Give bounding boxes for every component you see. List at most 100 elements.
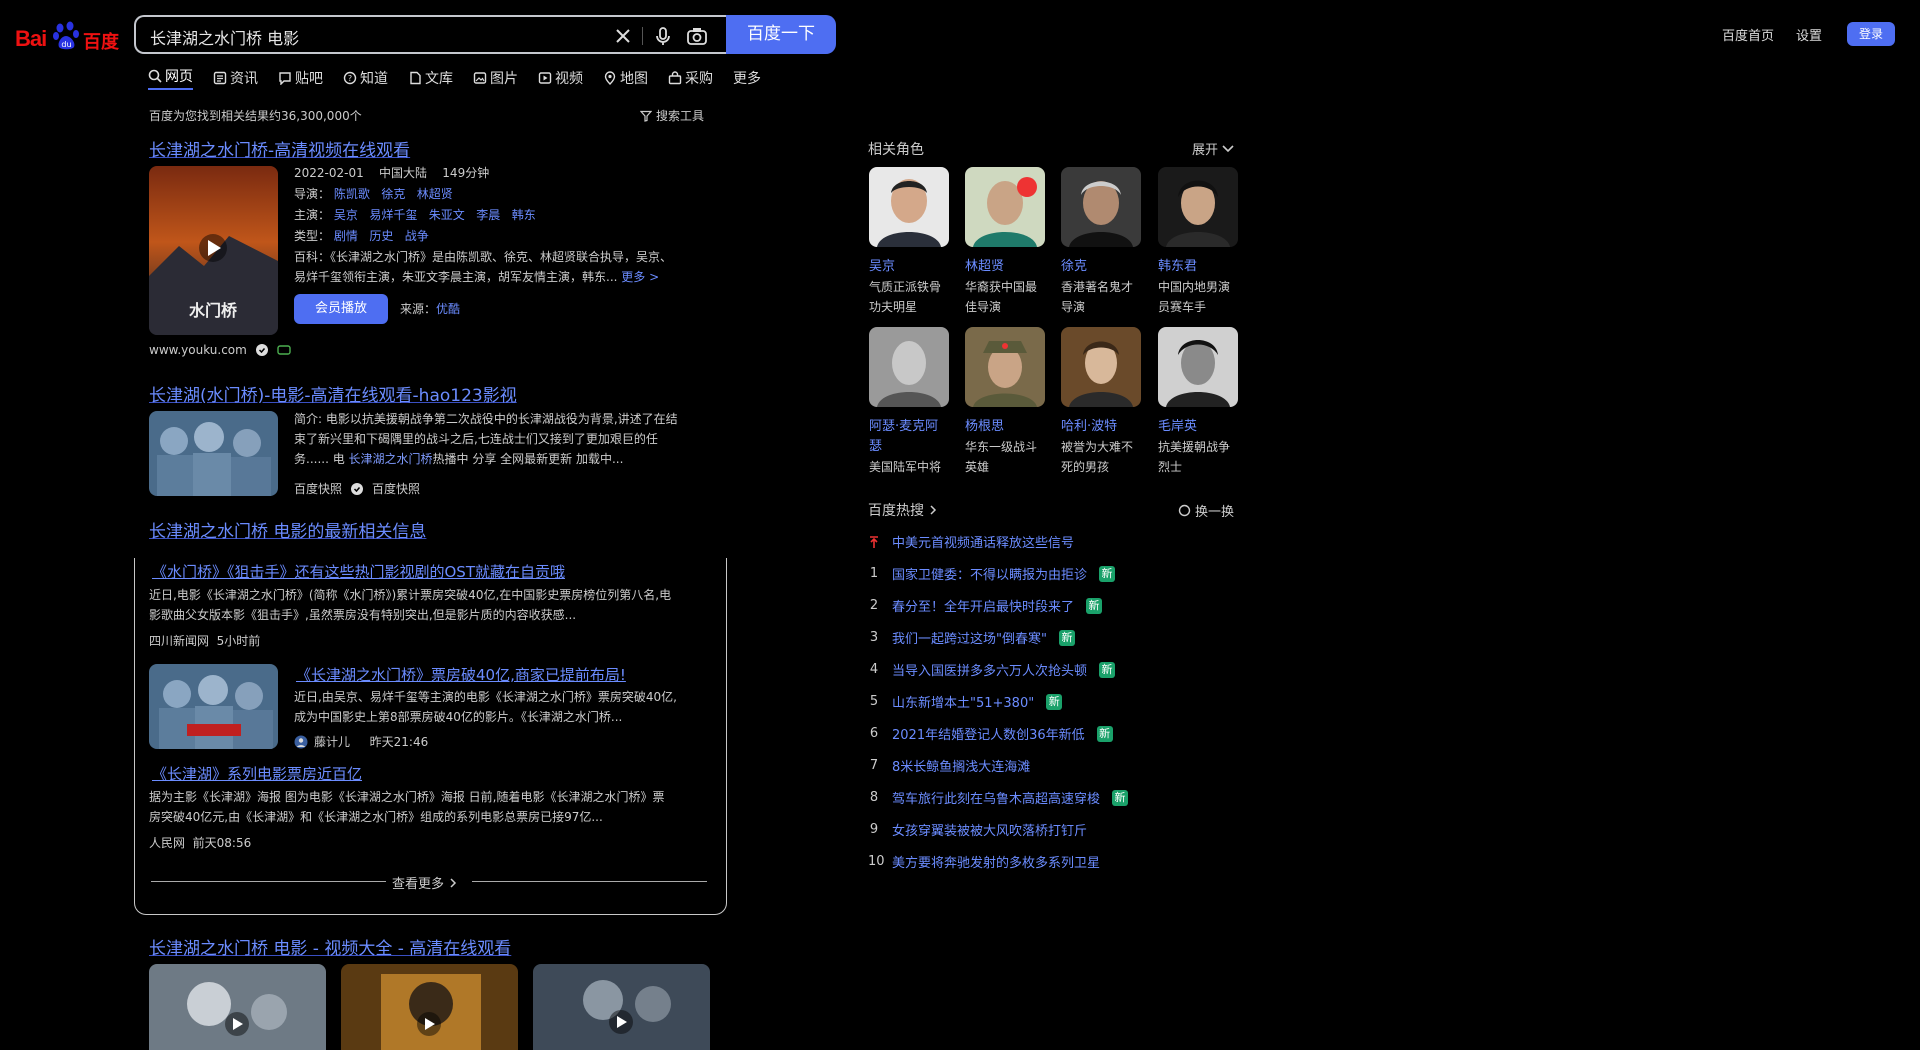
play-button[interactable]: 会员播放	[294, 294, 388, 324]
related-title: 相关角色	[868, 142, 924, 158]
result-source-2: 百度快照 百度快照	[294, 482, 421, 496]
person-card[interactable]: 徐克 香港著名鬼才 导演	[1061, 167, 1141, 317]
search-button[interactable]: 百度一下	[726, 15, 836, 54]
cast-link[interactable]: 吴京	[334, 208, 358, 222]
news-item-title[interactable]: 《长津湖之水门桥》票房破40亿,商家已提前布局!	[296, 664, 626, 685]
view-more-button[interactable]: 查看更多	[392, 873, 458, 892]
hot-item[interactable]: 1 国家卫健委：不得以瞒报为由拒诊 新	[868, 564, 1116, 583]
new-badge: 新	[1099, 565, 1116, 582]
camera-icon[interactable]	[686, 25, 708, 47]
cast-link[interactable]: 韩东	[512, 208, 536, 222]
clear-icon[interactable]	[612, 25, 634, 47]
microphone-icon[interactable]	[652, 25, 674, 47]
hot-item[interactable]: 10 美方要将奔驰发射的多枚多系列卫星	[868, 852, 1100, 871]
result-title-4[interactable]: 长津湖之水门桥 电影 - 视频大全 - 高清在线观看	[149, 934, 511, 959]
search-tabs: 网页 资讯 贴吧 ? 知道 文库 图片 视频 地图 采购 更多	[148, 66, 781, 90]
person-card[interactable]: 毛岸英 抗美援朝战争 烈士	[1158, 327, 1238, 477]
hot-item[interactable]: 9 女孩穿翼装被被大风吹落桥打钉斤	[868, 820, 1087, 839]
person-card[interactable]: 林超贤 华裔获中国最 佳导演	[965, 167, 1045, 317]
cast-link[interactable]: 朱亚文	[429, 208, 465, 222]
person-card[interactable]: 韩东君 中国内地男演 员赛车手	[1158, 167, 1238, 317]
person-card[interactable]: 哈利·波特 被誉为大难不 死的男孩	[1061, 327, 1141, 477]
video-thumbnail[interactable]	[149, 964, 326, 1050]
director-link[interactable]: 陈凯歌	[334, 187, 370, 201]
news-thumbnail[interactable]	[149, 664, 278, 749]
result-title-2[interactable]: 长津湖(水门桥)-电影-高清在线观看-hao123影视	[149, 381, 517, 406]
news-icon	[213, 71, 227, 85]
portrait-image	[965, 167, 1045, 247]
tab-wenku[interactable]: 文库	[408, 66, 453, 90]
tab-zhidao[interactable]: ? 知道	[343, 66, 388, 90]
doc-icon	[410, 71, 421, 85]
home-link[interactable]: 百度首页	[1722, 25, 1774, 44]
tab-shop[interactable]: 采购	[668, 66, 713, 90]
video-still-image	[149, 964, 326, 1050]
hot-item[interactable]: 8 驾车旅行此刻在乌鲁木高超高速穿梭 新	[868, 788, 1129, 807]
baidu-logo[interactable]: Bai du 百度	[15, 18, 119, 54]
person-card[interactable]: 吴京 气质正派铁骨 功夫明星	[869, 167, 949, 317]
tab-images[interactable]: 图片	[473, 66, 518, 90]
new-badge: 新	[1046, 693, 1063, 710]
result-thumbnail-2[interactable]	[149, 411, 278, 496]
result-url-1: www.youku.com	[149, 343, 291, 357]
hot-item[interactable]: 3 我们一起跨过这场"倒春寒" 新	[868, 628, 1075, 647]
video-still-image	[533, 964, 710, 1050]
tab-tieba[interactable]: 贴吧	[278, 66, 323, 90]
genre-link[interactable]: 剧情	[334, 229, 358, 243]
news-item-title[interactable]: 《水门桥》《狙击手》还有这些热门影视剧的OST就藏在自贡哦	[152, 561, 565, 582]
tab-news[interactable]: 资讯	[213, 66, 258, 90]
hotlist-title[interactable]: 百度热搜	[868, 500, 938, 520]
cast-link[interactable]: 易烊千玺	[369, 208, 417, 222]
tab-more[interactable]: 更多	[733, 66, 761, 90]
hot-item[interactable]: 4 当导入国医拼多多六万人次抢头顿 新	[868, 660, 1116, 679]
news-item-meta: 人民网 前天08:56	[149, 836, 252, 850]
result-title-1[interactable]: 长津湖之水门桥-高清视频在线观看	[149, 136, 410, 161]
genre-link[interactable]: 战争	[405, 229, 429, 243]
search-query[interactable]: 长津湖之水门桥 电影	[150, 25, 299, 49]
person-card[interactable]: 阿瑟·麦克阿 瑟 美国陆军中将	[869, 327, 949, 477]
movie-directors: 导演： 陈凯歌 徐克 林超贤	[294, 187, 453, 201]
director-link[interactable]: 徐克	[381, 187, 405, 201]
more-link[interactable]: 更多 >	[621, 270, 659, 284]
video-thumbnail[interactable]	[533, 964, 710, 1050]
hot-item[interactable]: 6 2021年结婚登记人数创36年新低 新	[868, 724, 1113, 743]
cast-link[interactable]: 李晨	[476, 208, 500, 222]
refresh-button[interactable]: 换一换	[1178, 501, 1234, 520]
divider	[472, 881, 707, 882]
movie-poster[interactable]: 水门桥	[149, 166, 278, 335]
hot-item[interactable]: 5 山东新增本土"51+380" 新	[868, 692, 1063, 711]
movie-genres: 类型： 剧情 历史 战争	[294, 229, 429, 243]
tab-web[interactable]: 网页	[148, 66, 193, 90]
news-header[interactable]: 长津湖之水门桥 电影的最新相关信息	[149, 517, 426, 542]
hot-item[interactable]: 中美元首视频通话释放这些信号	[868, 532, 1074, 551]
portrait-image	[869, 167, 949, 247]
login-button[interactable]: 登录	[1847, 22, 1895, 46]
new-badge: 新	[1099, 661, 1116, 678]
settings-link[interactable]: 设置	[1796, 25, 1822, 44]
tab-video[interactable]: 视频	[538, 66, 583, 90]
director-link[interactable]: 林超贤	[417, 187, 453, 201]
new-badge: 新	[1096, 725, 1113, 742]
logo-text-du: 百度	[83, 32, 119, 53]
movie-summary: 百科：《长津湖之水门桥》是由陈凯歌、徐克、林超贤联合执导，吴京、 易烊千玺领衔主…	[294, 250, 673, 284]
news-item-title[interactable]: 《长津湖》系列电影票房近百亿	[152, 763, 362, 784]
map-icon	[604, 71, 616, 85]
shop-icon	[668, 71, 682, 85]
result-count: 百度为您找到相关结果约36,300,000个	[149, 109, 362, 123]
hot-item[interactable]: 2 春分至！全年开启最快时段来了 新	[868, 596, 1103, 615]
news-item-snippet: 近日,由吴京、易烊千玺等主演的电影《长津湖之水门桥》票房突破40亿, 成为中国影…	[294, 690, 677, 724]
video-thumbnail[interactable]	[341, 964, 518, 1050]
pin-top-icon	[870, 535, 878, 548]
expand-button[interactable]: 展开	[1192, 139, 1235, 158]
svg-text:?: ?	[348, 74, 352, 83]
search-input[interactable]: 长津湖之水门桥 电影	[134, 15, 726, 54]
person-card[interactable]: 杨根思 华东一级战斗 英雄	[965, 327, 1045, 477]
hot-item[interactable]: 7 8米长鲸鱼搁浅大连海滩	[868, 756, 1030, 775]
tab-map[interactable]: 地图	[603, 66, 648, 90]
genre-link[interactable]: 历史	[369, 229, 393, 243]
search-tools-button[interactable]: 搜索工具	[640, 107, 704, 124]
video-icon	[538, 72, 552, 84]
video-still-image	[341, 964, 518, 1050]
new-badge: 新	[1112, 789, 1129, 806]
result-snippet-2: 简介: 电影以抗美援朝战争第二次战役中的长津湖战役为背景,讲述了在结 束了新兴里…	[294, 412, 678, 466]
